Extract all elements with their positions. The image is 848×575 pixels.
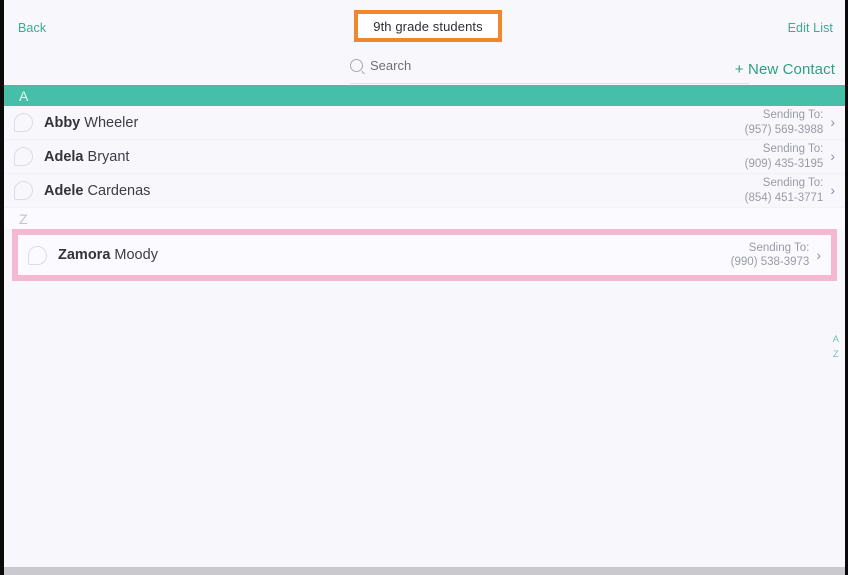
- sending-to-block: Sending To: (990) 538-3973: [731, 241, 810, 269]
- back-button[interactable]: Back: [18, 21, 46, 35]
- sending-to-block: Sending To: (957) 569-3988: [745, 108, 824, 136]
- contact-name: Zamora Moody: [58, 247, 158, 263]
- avatar-icon: [14, 181, 33, 200]
- search-icon: [350, 59, 363, 72]
- selected-contact-highlight-box: Zamora Moody Sending To: (990) 538-3973 …: [12, 229, 837, 281]
- contact-row-right: Sending To: (990) 538-3973 ›: [731, 241, 821, 269]
- bottom-chrome-bar: [4, 567, 845, 575]
- contacts-list-screen: Back 9th grade students Edit List + New …: [0, 0, 848, 575]
- list-item[interactable]: Zamora Moody Sending To: (990) 538-3973 …: [18, 235, 831, 275]
- chevron-right-icon[interactable]: ›: [830, 183, 835, 198]
- contact-last-name: Cardenas: [83, 182, 151, 199]
- sending-to-block: Sending To: (909) 435-3195: [745, 142, 824, 170]
- list-item[interactable]: Adele Cardenas Sending To: (854) 451-377…: [4, 174, 845, 208]
- contact-last-name: Moody: [110, 247, 158, 263]
- avatar-icon: [14, 147, 33, 166]
- top-navigation-bar: Back 9th grade students Edit List: [4, 0, 845, 53]
- alphabet-index[interactable]: A Z: [833, 335, 839, 359]
- sending-to-label: Sending To:: [762, 177, 824, 190]
- contact-row-right: Sending To: (957) 569-3988 ›: [745, 108, 835, 136]
- contact-phone: (957) 569-3988: [744, 123, 824, 136]
- sending-to-label: Sending To:: [748, 241, 810, 254]
- alphabet-index-z[interactable]: Z: [833, 349, 839, 360]
- sending-to-label: Sending To:: [762, 143, 824, 156]
- alphabet-index-a[interactable]: A: [833, 335, 839, 345]
- contact-name: Abby Wheeler: [44, 115, 138, 131]
- contact-last-name: Wheeler: [80, 114, 139, 131]
- list-item[interactable]: Abby Wheeler Sending To: (957) 569-3988 …: [4, 106, 845, 140]
- search-underline: [350, 83, 749, 84]
- avatar-icon: [14, 113, 33, 132]
- page-title: 9th grade students: [373, 18, 483, 34]
- edit-list-button[interactable]: Edit List: [788, 21, 833, 35]
- contact-first-name: Abby: [44, 114, 81, 131]
- section-header-z: Z: [4, 208, 845, 229]
- search-input[interactable]: [370, 58, 700, 73]
- contact-row-right: Sending To: (909) 435-3195 ›: [745, 142, 835, 170]
- contact-phone: (990) 538-3973: [730, 256, 810, 268]
- contact-name: Adela Bryant: [44, 149, 129, 165]
- page-title-highlight-box: 9th grade students: [354, 10, 502, 42]
- new-contact-button[interactable]: + New Contact: [735, 61, 835, 78]
- contact-phone: (909) 435-3195: [744, 157, 824, 170]
- sending-to-label: Sending To:: [762, 109, 824, 122]
- search-bar-row: + New Contact: [4, 53, 845, 85]
- chevron-right-icon[interactable]: ›: [816, 248, 821, 263]
- list-item[interactable]: Adela Bryant Sending To: (909) 435-3195 …: [4, 140, 845, 174]
- search-field-wrapper[interactable]: [350, 58, 750, 73]
- contact-last-name: Bryant: [83, 148, 130, 165]
- contact-name: Adele Cardenas: [44, 183, 150, 199]
- contact-phone: (854) 451-3771: [744, 191, 824, 204]
- contact-first-name: Adela: [44, 148, 84, 165]
- contact-row-right: Sending To: (854) 451-3771 ›: [745, 176, 835, 204]
- contact-first-name: Adele: [44, 182, 84, 199]
- avatar-icon: [28, 245, 47, 265]
- section-header-a: A: [4, 85, 845, 106]
- sending-to-block: Sending To: (854) 451-3771: [745, 176, 824, 204]
- chevron-right-icon[interactable]: ›: [830, 115, 835, 130]
- chevron-right-icon[interactable]: ›: [830, 149, 835, 164]
- contact-first-name: Zamora: [58, 247, 111, 263]
